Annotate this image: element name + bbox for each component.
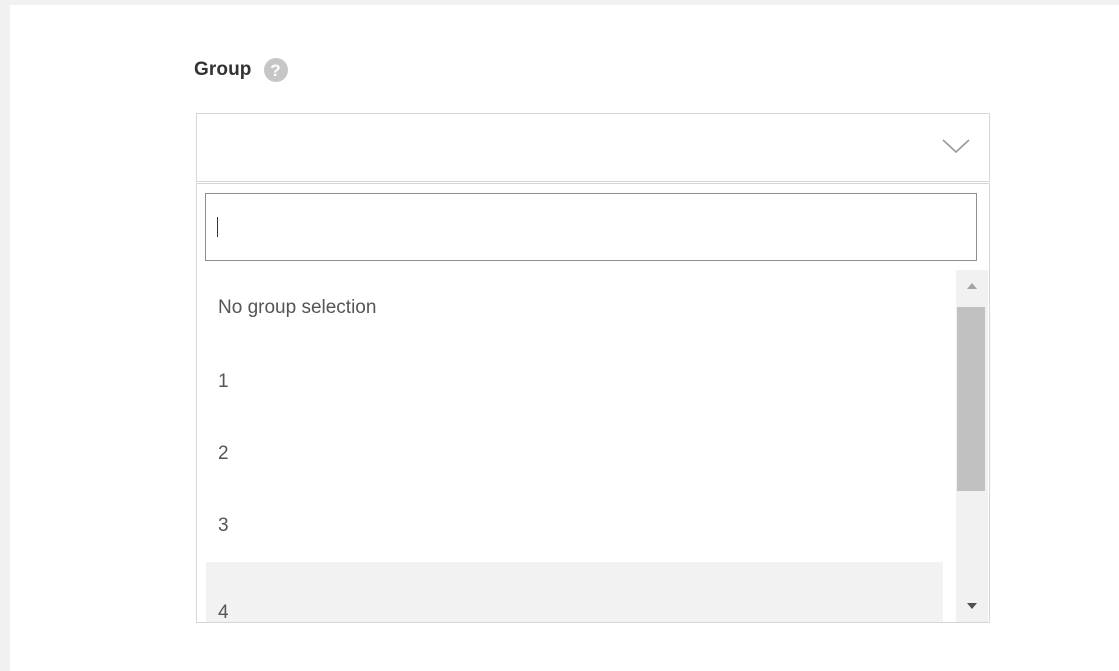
scroll-up-arrow-icon[interactable] — [956, 270, 988, 302]
options-scrollbar[interactable] — [956, 270, 988, 622]
option-4[interactable]: 4 — [206, 562, 943, 622]
group-options-list: No group selection 1 2 3 4 — [206, 270, 943, 622]
option-2[interactable]: 2 — [206, 418, 943, 490]
chevron-down-icon[interactable] — [941, 136, 971, 156]
help-icon[interactable]: ? — [263, 58, 288, 82]
group-search-input[interactable] — [205, 193, 977, 261]
option-3[interactable]: 3 — [206, 490, 943, 562]
scroll-thumb[interactable] — [957, 307, 985, 491]
text-cursor — [217, 217, 218, 237]
option-1[interactable]: 1 — [206, 346, 943, 418]
group-select[interactable] — [196, 113, 990, 182]
group-label: Group — [194, 59, 252, 80]
group-dropdown: No group selection 1 2 3 4 — [196, 183, 990, 623]
group-label-row: Group ? — [194, 58, 288, 82]
scroll-down-arrow-icon[interactable] — [956, 590, 988, 622]
option-no-group-selection[interactable]: No group selection — [206, 270, 943, 346]
